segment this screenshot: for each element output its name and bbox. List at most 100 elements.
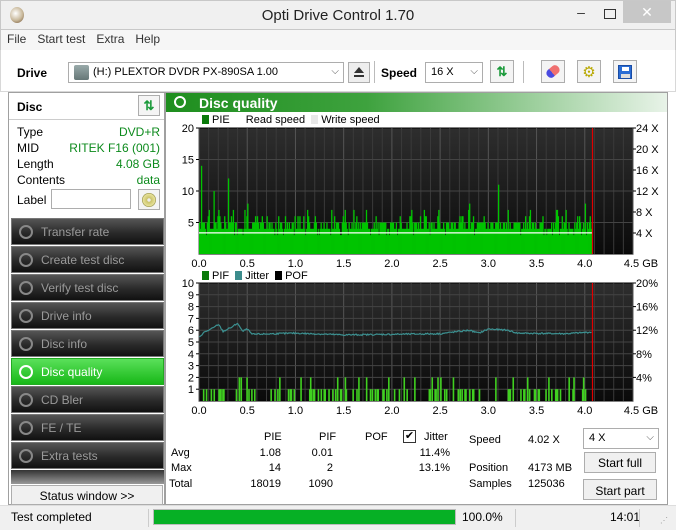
- nav-disc-info[interactable]: Disc info: [11, 330, 164, 357]
- pif-bar: [235, 389, 238, 401]
- row-max-label: Max: [171, 462, 192, 474]
- row-total-label: Total: [169, 478, 193, 490]
- disc-icon: [19, 309, 33, 323]
- chevron-down-icon: ⌵: [646, 432, 654, 443]
- x-tick-label: 1.5: [336, 258, 351, 270]
- pif-bar: [461, 389, 463, 401]
- nav-extra-tests[interactable]: Extra tests: [11, 442, 164, 469]
- nav-verify-test-disc[interactable]: Verify test disc: [11, 274, 164, 301]
- max-jitter: 13.1%: [418, 462, 450, 474]
- menu-file[interactable]: File: [1, 30, 31, 46]
- title-bar: Opti Drive Control 1.70 – ✕: [0, 0, 676, 30]
- avg-pie: 1.08: [259, 447, 281, 459]
- pif-bar: [352, 389, 354, 401]
- pif-bar: [459, 389, 461, 401]
- disc-icon: [19, 365, 33, 379]
- pif-bar: [383, 389, 385, 401]
- pif-bar: [551, 389, 553, 401]
- refresh-icon: ⇅: [496, 63, 508, 79]
- pif-bar: [374, 389, 377, 401]
- speed-select[interactable]: 16 X ⌵: [425, 62, 483, 83]
- menu-start-test[interactable]: Start test: [31, 30, 90, 46]
- pif-bar: [398, 389, 401, 401]
- nav-fe-te[interactable]: FE / TE: [11, 414, 164, 441]
- pif-bar: [435, 389, 437, 401]
- nav-label: CD Bler: [41, 393, 84, 407]
- nav-filler: [11, 470, 164, 484]
- y2-tick-label: 16%: [636, 302, 658, 314]
- nav-disc-quality[interactable]: Disc quality: [11, 358, 164, 385]
- col-pie: PIE: [264, 431, 282, 443]
- pif-bar: [431, 377, 434, 401]
- menu-help[interactable]: Help: [129, 30, 165, 46]
- pif-bar: [365, 377, 368, 401]
- disc-icon: [19, 449, 33, 463]
- y2-tick-label: 8%: [636, 349, 652, 361]
- pif-bar: [238, 377, 241, 401]
- drive-select[interactable]: (H:) PLEXTOR DVDR PX-890SA 1.00 ⌵: [68, 62, 344, 83]
- pif-bar: [220, 389, 222, 401]
- pif-bar: [512, 377, 515, 401]
- y-tick-label: 5: [188, 337, 194, 349]
- speed-label: Speed: [381, 66, 418, 80]
- maximize-button[interactable]: [595, 1, 623, 25]
- pif-bar: [386, 389, 388, 401]
- y-tick-label: 10: [182, 278, 194, 290]
- eject-button[interactable]: [348, 62, 370, 83]
- pif-bar: [393, 389, 396, 401]
- status-bar: Test completed 100.0% 14:01 ⋰: [0, 505, 676, 530]
- pif-bar: [452, 377, 455, 401]
- pif-bar: [290, 389, 293, 401]
- x-tick-label: 4.0: [577, 405, 592, 417]
- start-full-button[interactable]: Start full: [584, 452, 656, 473]
- nav-label: Extra tests: [41, 449, 98, 463]
- nav-cd-bler[interactable]: CD Bler: [11, 386, 164, 413]
- pif-bar: [443, 389, 446, 401]
- x-tick-label: 2.0: [384, 405, 399, 417]
- save-button[interactable]: [613, 60, 637, 83]
- status-window-button[interactable]: Status window >>: [11, 485, 163, 505]
- nav-label: Verify test disc: [41, 281, 119, 295]
- jitter-checkbox[interactable]: ✔: [403, 430, 416, 443]
- pif-bar: [478, 389, 481, 401]
- nav-drive-info[interactable]: Drive info: [11, 302, 164, 329]
- x-tick-label: 2.0: [384, 258, 399, 270]
- row-avg-label: Avg: [171, 447, 190, 459]
- pif-bar: [534, 389, 537, 401]
- position-label: Position: [469, 462, 509, 474]
- eraser-icon: [544, 63, 562, 80]
- disc-title: Disc: [17, 100, 43, 114]
- disc-label-button[interactable]: [138, 189, 160, 210]
- label-input[interactable]: [51, 189, 131, 209]
- test-speed-select[interactable]: 4 X ⌵: [583, 428, 659, 449]
- erase-button[interactable]: [541, 60, 565, 83]
- resize-grip-icon[interactable]: ⋰: [660, 516, 668, 525]
- refresh-speed-button[interactable]: ⇅: [490, 60, 514, 83]
- start-part-button[interactable]: Start part: [583, 479, 657, 500]
- pif-bar: [223, 389, 225, 401]
- pif-bar: [538, 389, 541, 401]
- y-tick-label: 8: [188, 302, 194, 314]
- pif-bar: [336, 377, 339, 401]
- pif-bar: [445, 389, 448, 401]
- pif-bar: [317, 389, 320, 401]
- minimize-button[interactable]: –: [567, 4, 595, 28]
- pif-bar: [377, 389, 380, 401]
- x-tick-label: 3.0: [481, 258, 496, 270]
- status-divider: [515, 509, 516, 527]
- pif-bar: [300, 377, 302, 401]
- refresh-disc-button[interactable]: ⇅: [138, 95, 160, 116]
- close-button[interactable]: ✕: [623, 1, 671, 23]
- toolbar-divider: [374, 61, 375, 83]
- menu-extra[interactable]: Extra: [90, 30, 129, 46]
- samples-label: Samples: [469, 478, 512, 490]
- y-tick-label: 15: [182, 155, 194, 167]
- nav-create-test-disc[interactable]: Create test disc: [11, 246, 164, 273]
- pif-bar: [584, 389, 587, 401]
- nav-transfer-rate[interactable]: Transfer rate: [11, 218, 164, 245]
- pif-bar: [279, 377, 281, 401]
- pie-chart: 5 10 15 20 4 X 8 X 12 X 16 X 20 X 24 X 0.0 0.5 1.0 1.…: [182, 123, 660, 270]
- x-tick-label: 2.5: [432, 405, 447, 417]
- x-tick-label: 3.5: [529, 405, 544, 417]
- settings-button[interactable]: ⚙: [577, 60, 601, 83]
